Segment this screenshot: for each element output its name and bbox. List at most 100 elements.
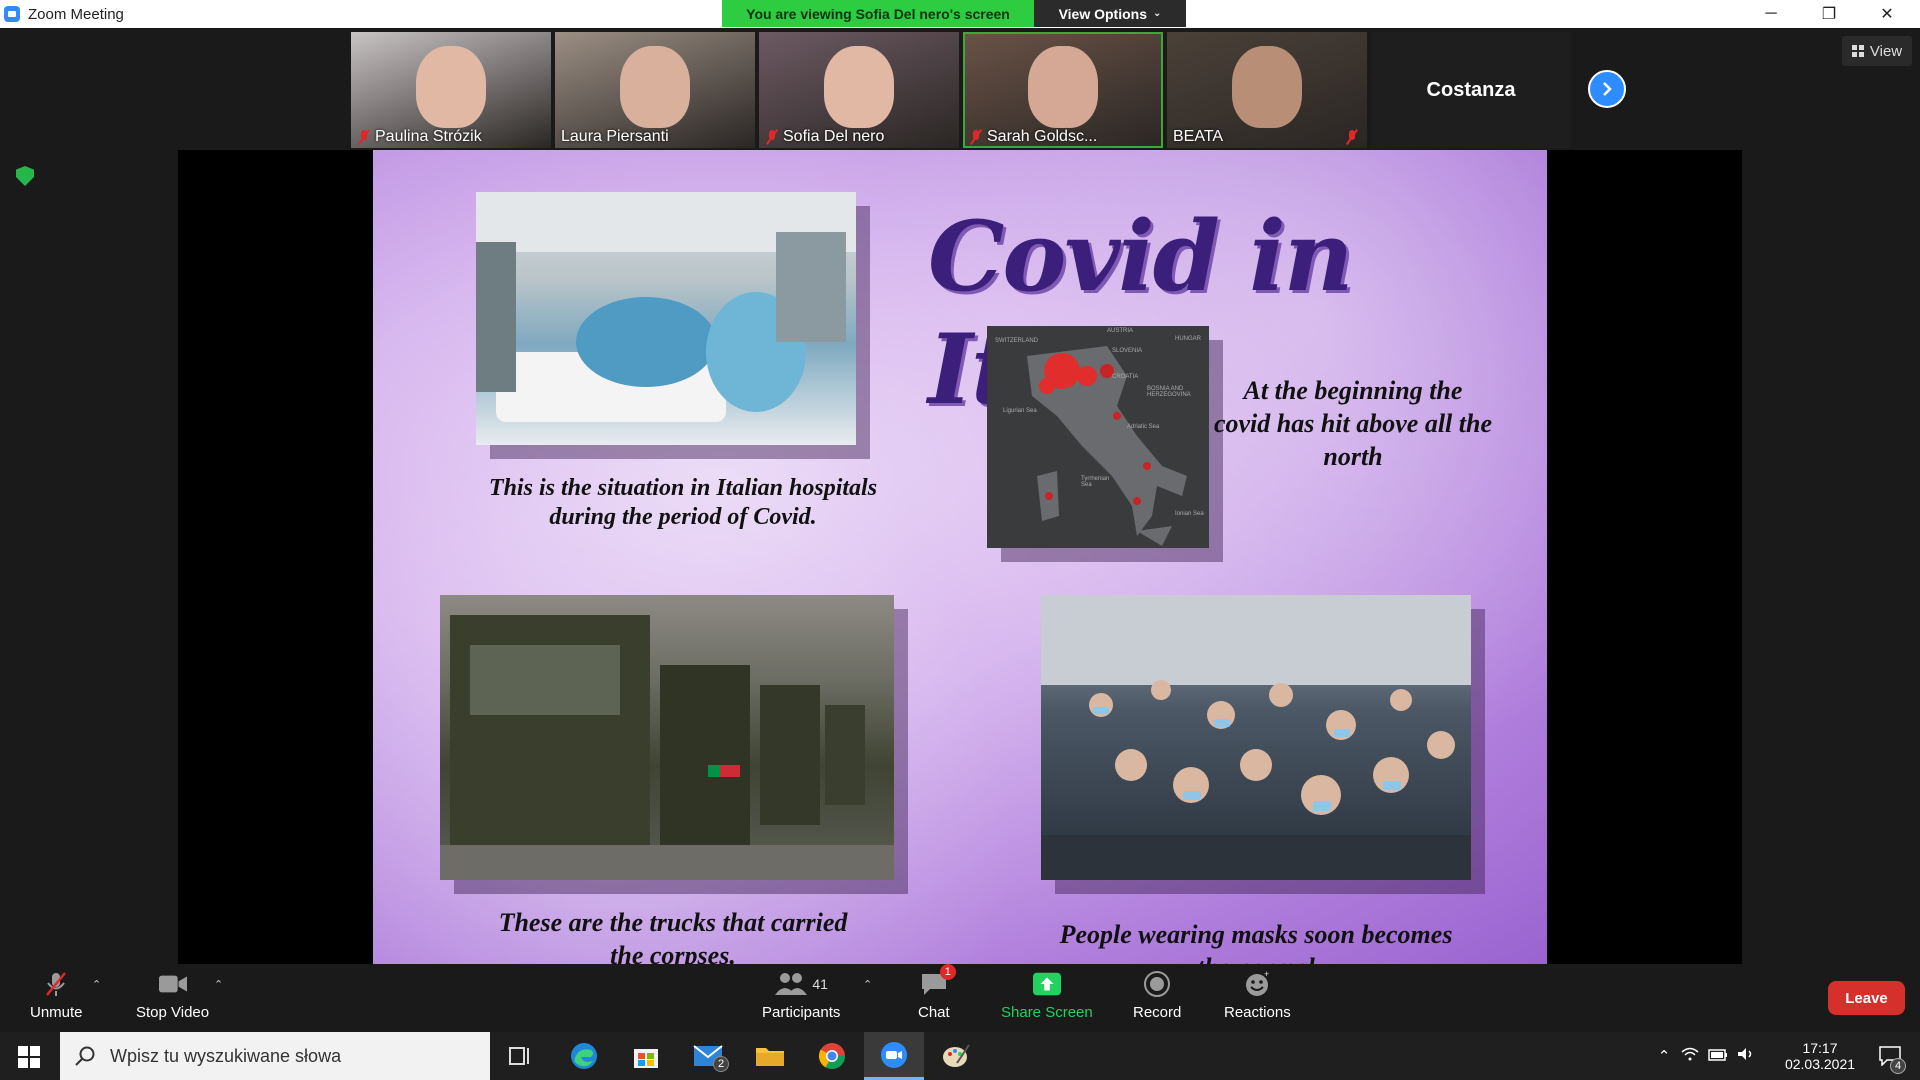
notifications-button[interactable]: 4 bbox=[1868, 1032, 1912, 1080]
map-label: AUSTRIA bbox=[1107, 328, 1134, 334]
caption-masks: People wearing masks soon becomes the no… bbox=[1059, 920, 1453, 964]
zoom-taskbar-icon[interactable] bbox=[864, 1032, 924, 1080]
view-button[interactable]: View bbox=[1842, 36, 1912, 66]
window-title: Zoom Meeting bbox=[28, 5, 124, 23]
windows-start-icon[interactable] bbox=[18, 1046, 40, 1068]
participants-options-caret-icon[interactable]: ⌃ bbox=[863, 978, 872, 991]
chevron-up-icon[interactable]: ⌃ bbox=[1652, 1047, 1676, 1065]
video-options-caret-icon[interactable]: ⌃ bbox=[214, 978, 223, 991]
hospital-photo bbox=[476, 192, 856, 445]
caption-north: At the beginning the covid has hit above… bbox=[1213, 376, 1493, 471]
windows-taskbar: Wpisz tu wyszukiwane słowa 2 ⌃ 17:17 02.… bbox=[0, 1032, 1920, 1080]
chat-unread-badge: 1 bbox=[939, 964, 956, 980]
caption-trucks: These are the trucks that carried the co… bbox=[498, 908, 848, 964]
view-options-label: View Options bbox=[1058, 5, 1148, 22]
unmute-button[interactable]: Unmute bbox=[30, 970, 83, 1021]
view-options-button[interactable]: View Options ⌄ bbox=[1034, 0, 1186, 27]
paint-icon[interactable] bbox=[940, 1040, 972, 1072]
minimize-button[interactable]: ─ bbox=[1742, 0, 1800, 28]
participant-name: Sarah Goldsc... bbox=[987, 128, 1098, 145]
participant-strip: Paulina Strózik Laura Piersanti Sofia De… bbox=[351, 32, 1571, 148]
map-label: BOSNIA AND HERZEGOVINA bbox=[1147, 386, 1191, 398]
participant-tile[interactable]: Paulina Strózik bbox=[351, 32, 551, 148]
participant-tile[interactable]: Sofia Del nero bbox=[759, 32, 959, 148]
share-screen-arrow-icon bbox=[1032, 970, 1061, 998]
video-camera-icon bbox=[158, 970, 187, 998]
task-view-icon[interactable] bbox=[504, 1040, 536, 1072]
volume-icon[interactable] bbox=[1732, 1047, 1760, 1065]
smiley-face-icon: + bbox=[1243, 970, 1271, 998]
chat-bubble-icon: 1 bbox=[920, 964, 956, 998]
map-label: CROATIA bbox=[1112, 374, 1139, 380]
microphone-muted-icon bbox=[357, 130, 371, 144]
participant-video bbox=[824, 46, 894, 128]
chevron-right-icon bbox=[1603, 82, 1612, 96]
notifications-badge: 4 bbox=[1890, 1058, 1906, 1074]
view-button-label: View bbox=[1869, 42, 1903, 60]
taskbar-search-box[interactable]: Wpisz tu wyszukiwane słowa bbox=[60, 1032, 490, 1080]
participants-button[interactable]: 41 Participants bbox=[762, 970, 840, 1021]
viewing-banner: You are viewing Sofia Del nero's screen bbox=[722, 0, 1034, 27]
participant-name: Costanza bbox=[1426, 78, 1516, 101]
reactions-button[interactable]: + Reactions bbox=[1224, 970, 1291, 1021]
security-shield-icon[interactable] bbox=[16, 166, 34, 186]
grid-icon bbox=[1851, 45, 1864, 57]
restore-button[interactable]: ❐ bbox=[1800, 0, 1858, 28]
map-label: Adriatic Sea bbox=[1127, 424, 1160, 430]
wifi-icon[interactable] bbox=[1676, 1047, 1704, 1065]
zoom-app-icon bbox=[4, 6, 20, 22]
file-explorer-icon[interactable] bbox=[754, 1040, 786, 1072]
chrome-icon[interactable] bbox=[816, 1040, 848, 1072]
clock-time: 17:17 bbox=[1802, 1040, 1838, 1056]
next-page-button[interactable] bbox=[1588, 70, 1626, 108]
participant-tile[interactable]: BEATA bbox=[1167, 32, 1367, 148]
military-trucks-illustration bbox=[440, 615, 894, 880]
participant-name: Paulina Strózik bbox=[375, 128, 482, 145]
battery-icon[interactable] bbox=[1704, 1048, 1732, 1065]
participant-video bbox=[416, 46, 486, 128]
close-button[interactable]: ✕ bbox=[1858, 0, 1916, 28]
share-screen-button[interactable]: Share Screen bbox=[1001, 970, 1093, 1021]
clock[interactable]: 17:17 02.03.2021 bbox=[1774, 1032, 1866, 1080]
participant-tile-active-speaker[interactable]: Sarah Goldsc... bbox=[963, 32, 1163, 148]
unmute-label: Unmute bbox=[30, 1004, 83, 1021]
search-placeholder: Wpisz tu wyszukiwane słowa bbox=[110, 1045, 342, 1066]
map-label: Tyrrhenian Sea bbox=[1081, 476, 1110, 488]
participants-icon: 41 bbox=[771, 970, 831, 998]
map-label: SLOVENIA bbox=[1112, 348, 1143, 354]
participant-video bbox=[1232, 46, 1302, 128]
participant-name: Laura Piersanti bbox=[561, 128, 669, 145]
chat-label: Chat bbox=[918, 1004, 950, 1021]
meeting-toolbar: Unmute ⌃ Stop Video ⌃ 41 Participants ⌃ … bbox=[0, 964, 1920, 1032]
clock-date: 02.03.2021 bbox=[1784, 1056, 1856, 1072]
chevron-down-icon: ⌄ bbox=[1153, 8, 1162, 19]
leave-meeting-button[interactable]: Leave bbox=[1828, 981, 1905, 1015]
microphone-muted-icon bbox=[1345, 130, 1359, 144]
microsoft-store-icon[interactable] bbox=[630, 1040, 662, 1072]
map-label: Ionian Sea bbox=[1175, 511, 1204, 517]
chat-button[interactable]: 1 Chat bbox=[918, 964, 956, 1021]
record-label: Record bbox=[1133, 1004, 1182, 1021]
record-button[interactable]: Record bbox=[1133, 970, 1181, 1021]
record-icon bbox=[1143, 970, 1171, 998]
participant-tile-costanza[interactable]: Costanza bbox=[1349, 32, 1571, 148]
participants-label: Participants bbox=[762, 1004, 841, 1021]
microphone-muted-icon bbox=[765, 130, 779, 144]
map-label: Ligurian Sea bbox=[1003, 408, 1037, 414]
audio-options-caret-icon[interactable]: ⌃ bbox=[92, 978, 101, 991]
system-tray: ⌃ bbox=[1652, 1032, 1760, 1080]
edge-browser-icon[interactable] bbox=[568, 1040, 600, 1072]
stop-video-button[interactable]: Stop Video bbox=[136, 970, 209, 1021]
military-trucks-photo bbox=[440, 595, 894, 880]
title-bar: Zoom Meeting You are viewing Sofia Del n… bbox=[0, 0, 1920, 28]
mail-icon[interactable]: 2 bbox=[693, 1040, 729, 1072]
masked-crowd-illustration bbox=[1041, 595, 1471, 880]
masked-crowd-photo bbox=[1041, 595, 1471, 880]
presentation-slide: Covid in Italy SWITZERLAND AUSTRIA HUNGA… bbox=[373, 150, 1547, 964]
participant-tile[interactable]: Laura Piersanti bbox=[555, 32, 755, 148]
stop-video-label: Stop Video bbox=[136, 1004, 210, 1021]
participants-count: 41 bbox=[812, 976, 828, 992]
mail-unread-badge: 2 bbox=[713, 1056, 729, 1072]
microphone-muted-icon bbox=[969, 130, 983, 144]
map-label: HUNGAR bbox=[1175, 336, 1202, 342]
